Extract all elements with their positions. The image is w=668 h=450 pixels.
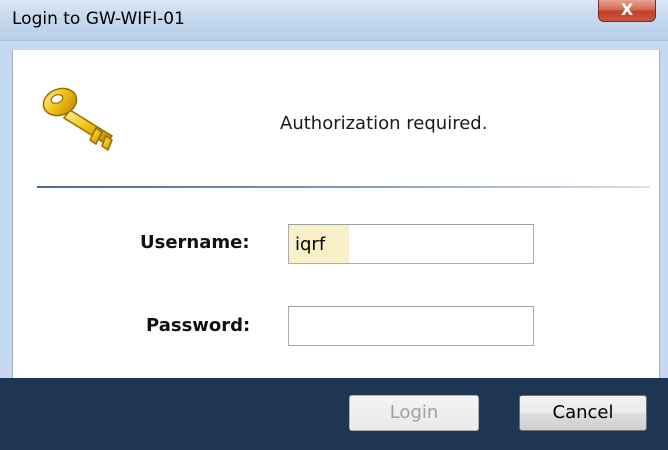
authorization-message: Authorization required. — [280, 113, 488, 134]
key-icon — [42, 87, 114, 152]
window-title: Login to GW-WIFI-01 — [12, 9, 185, 29]
password-input[interactable] — [288, 306, 534, 346]
title-bar[interactable]: Login to GW-WIFI-01 X — [0, 0, 668, 41]
close-icon: X — [620, 0, 634, 19]
login-button[interactable]: Login — [349, 395, 479, 431]
close-button[interactable]: X — [598, 0, 656, 22]
username-label: Username: — [140, 232, 250, 253]
password-label: Password: — [146, 315, 251, 336]
header-separator — [37, 186, 650, 188]
cancel-button[interactable]: Cancel — [519, 395, 647, 431]
username-input[interactable] — [288, 224, 534, 264]
login-dialog-window: Login to GW-WIFI-01 X Authorization requ… — [0, 0, 668, 450]
